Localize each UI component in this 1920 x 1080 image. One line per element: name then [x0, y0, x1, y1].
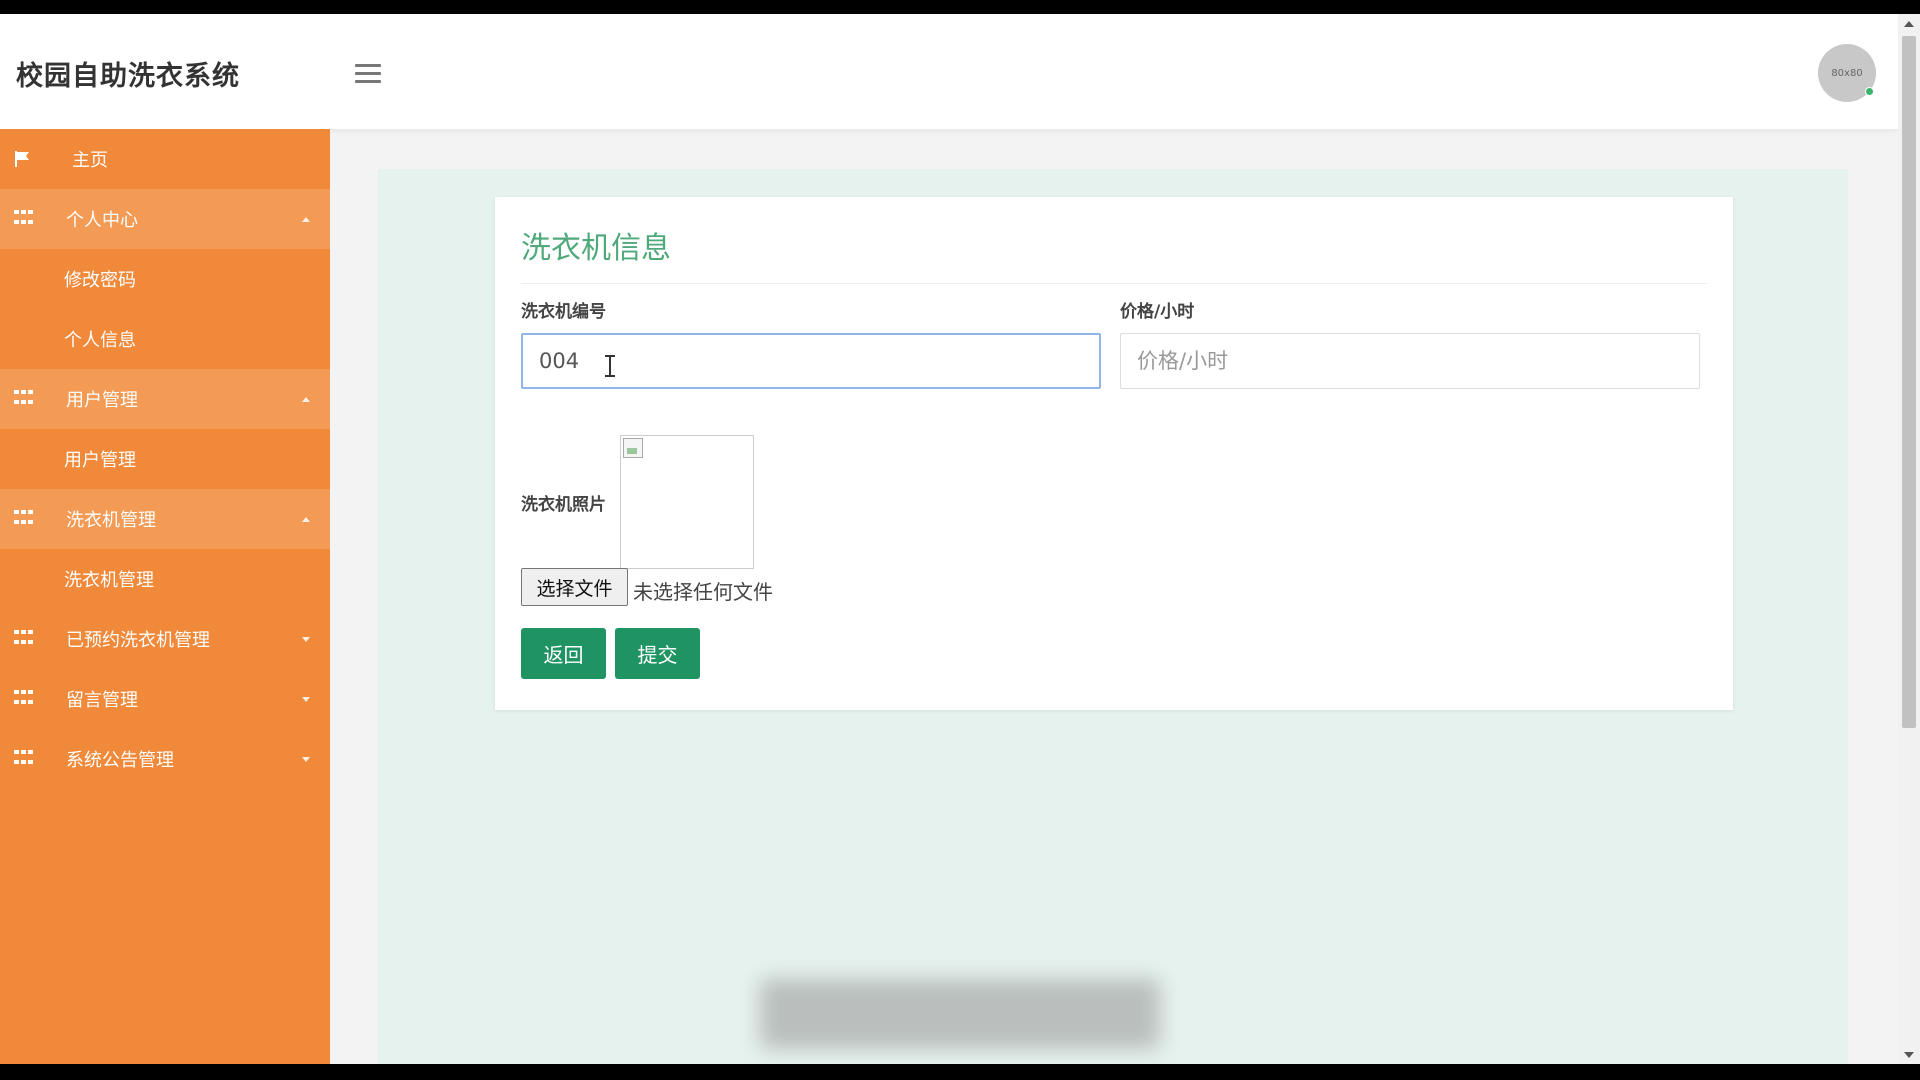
- price-per-hour-input[interactable]: [1120, 333, 1700, 389]
- app-title: 校园自助洗衣系统: [16, 61, 240, 92]
- choose-file-button[interactable]: 选择文件: [521, 568, 628, 606]
- grid-icon: [14, 510, 34, 528]
- sidebar-item-user-management[interactable]: 用户管理: [0, 369, 330, 429]
- scroll-up-icon[interactable]: [1904, 21, 1914, 27]
- washer-photo-label: 洗衣机照片: [521, 495, 606, 515]
- chevron-up-icon: [302, 216, 310, 222]
- submit-button[interactable]: 提交: [615, 628, 700, 679]
- price-per-hour-label: 价格/小时: [1120, 302, 1195, 322]
- file-status-text: 未选择任何文件: [633, 580, 773, 604]
- avatar-placeholder-text: 80x80: [1831, 67, 1863, 79]
- sidebar-item-label: 留言管理: [66, 690, 138, 711]
- sidebar-item-messages[interactable]: 留言管理: [0, 669, 330, 729]
- online-status-dot: [1865, 87, 1874, 96]
- flag-icon: [14, 150, 34, 168]
- sidebar-subitem-user-management[interactable]: 用户管理: [0, 429, 330, 489]
- sidebar-item-label: 用户管理: [66, 390, 138, 411]
- chevron-up-icon: [302, 516, 310, 522]
- form-title: 洗衣机信息: [521, 231, 671, 266]
- scroll-down-icon[interactable]: [1904, 1052, 1914, 1058]
- sidebar-item-label: 个人中心: [66, 210, 138, 231]
- sidebar-item-reserved-washers[interactable]: 已预约洗衣机管理: [0, 609, 330, 669]
- sidebar-item-washer-management[interactable]: 洗衣机管理: [0, 489, 330, 549]
- washer-number-label: 洗衣机编号: [521, 302, 606, 322]
- grid-icon: [14, 390, 34, 408]
- hamburger-icon[interactable]: [355, 64, 381, 84]
- sidebar-item-personal-center[interactable]: 个人中心: [0, 189, 330, 249]
- washer-photo-preview: [620, 435, 754, 569]
- chevron-down-icon: [302, 756, 310, 762]
- washer-info-form: 洗衣机信息 洗衣机编号 价格/小时 洗衣机照片 选择文件 未选择任何文件 返回 …: [495, 197, 1733, 710]
- sidebar: 主页 个人中心 修改密码 个人信息 用户管理 用户管理 洗衣机管理 洗衣机管理 …: [0, 129, 330, 1064]
- sidebar-subitem-washer-management[interactable]: 洗衣机管理: [0, 549, 330, 609]
- sidebar-item-label: 洗衣机管理: [66, 510, 156, 531]
- title-divider: [521, 283, 1707, 284]
- grid-icon: [14, 630, 34, 648]
- sidebar-item-announcements[interactable]: 系统公告管理: [0, 729, 330, 789]
- avatar[interactable]: 80x80: [1818, 44, 1876, 102]
- text-cursor-icon: [605, 355, 615, 377]
- sidebar-item-label: 系统公告管理: [66, 750, 174, 771]
- sidebar-item-label: 已预约洗衣机管理: [66, 630, 210, 651]
- grid-icon: [14, 750, 34, 768]
- sidebar-subitem-personal-info[interactable]: 个人信息: [0, 309, 330, 369]
- broken-image-icon: [623, 438, 643, 458]
- chevron-down-icon: [302, 696, 310, 702]
- chevron-up-icon: [302, 396, 310, 402]
- chevron-down-icon: [302, 636, 310, 642]
- sidebar-item-home[interactable]: 主页: [0, 129, 330, 189]
- blurred-watermark: [760, 979, 1160, 1049]
- back-button[interactable]: 返回: [521, 628, 606, 679]
- sidebar-subitem-change-password[interactable]: 修改密码: [0, 249, 330, 309]
- sidebar-item-label: 主页: [72, 150, 108, 171]
- grid-icon: [14, 690, 34, 708]
- scroll-thumb[interactable]: [1902, 36, 1916, 728]
- top-header: 校园自助洗衣系统 80x80: [0, 14, 1898, 129]
- page-scrollbar[interactable]: [1898, 14, 1920, 1064]
- grid-icon: [14, 210, 34, 228]
- app-screen: 校园自助洗衣系统 80x80 主页 个人中心 修改密码 个人信息 用户管理 用户: [0, 14, 1920, 1064]
